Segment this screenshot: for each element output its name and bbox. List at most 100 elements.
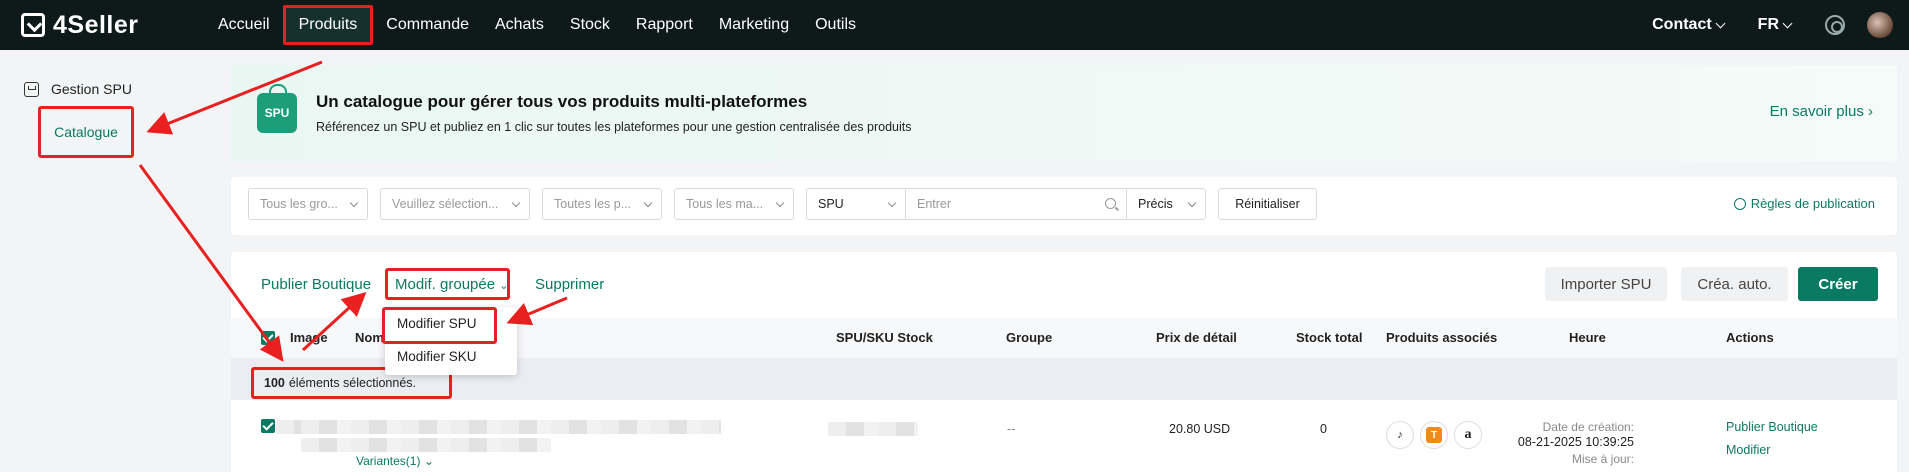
- gear-icon: [1733, 197, 1746, 210]
- import-spu-button[interactable]: Importer SPU: [1545, 267, 1667, 301]
- created-date-label: Date de création:: [1542, 420, 1634, 434]
- reset-button[interactable]: Réinitialiser: [1218, 188, 1317, 220]
- updated-date-label: Mise à jour:: [1571, 452, 1634, 466]
- spu-bag-icon: SPU: [257, 84, 297, 133]
- row-edit-link[interactable]: Modifier: [1726, 443, 1770, 457]
- temu-icon[interactable]: T: [1420, 421, 1448, 449]
- info-banner: SPU Un catalogue pour gérer tous vos pro…: [231, 65, 1897, 161]
- nav-item-rapport[interactable]: Rapport: [623, 5, 706, 45]
- platform-filter-value: Toutes les p...: [554, 197, 632, 211]
- col-time: Heure: [1569, 330, 1606, 345]
- app-name: 4Seller: [53, 10, 139, 39]
- nav-item-produits[interactable]: Produits: [282, 5, 374, 45]
- search-field-select[interactable]: SPU: [806, 188, 906, 220]
- amazon-icon[interactable]: a: [1454, 421, 1482, 449]
- retail-price-value: 20.80 USD: [1169, 422, 1231, 436]
- temu-logo: T: [1426, 427, 1442, 443]
- chevron-down-icon: [349, 198, 359, 208]
- variants-toggle[interactable]: Variantes(1) ⌄: [356, 454, 434, 468]
- product-sku-blurred: [301, 438, 551, 452]
- variants-label: Variantes(1): [356, 454, 421, 468]
- col-spu-sku-stock: SPU/SKU Stock: [836, 330, 933, 345]
- language-dropdown[interactable]: FR: [1757, 16, 1793, 34]
- tiktok-icon[interactable]: ♪: [1386, 421, 1414, 449]
- selection-count-number: 100: [264, 376, 285, 390]
- publication-rules-link[interactable]: Règles de publication: [1733, 196, 1875, 211]
- match-mode-value: Précis: [1138, 197, 1173, 211]
- row-checkbox[interactable]: [261, 419, 275, 433]
- search-icon[interactable]: [1105, 198, 1116, 209]
- col-group: Groupe: [1006, 330, 1053, 345]
- bulk-edit-label: Modif. groupée: [395, 276, 496, 293]
- col-linked-products: Produits associés: [1386, 330, 1498, 345]
- total-stock-value: 0: [1320, 422, 1327, 436]
- product-image-thumbnail[interactable]: [276, 420, 304, 434]
- chevron-down-icon: [1782, 18, 1793, 28]
- group-filter-select[interactable]: Tous les gro...: [248, 188, 368, 220]
- nav-item-marketing[interactable]: Marketing: [706, 5, 802, 45]
- settings-gear-icon[interactable]: [1825, 15, 1845, 35]
- created-date-value: 08-21-2025 10:39:25: [1517, 435, 1634, 449]
- chevron-down-icon: [643, 198, 653, 208]
- chevron-down-icon: [1715, 18, 1726, 28]
- banner-subtitle: Référencez un SPU et publiez en 1 clic s…: [316, 120, 912, 134]
- search-field-value: SPU: [818, 197, 844, 211]
- col-image: Image: [290, 330, 328, 345]
- create-button[interactable]: Créer: [1798, 267, 1878, 301]
- brand-filter-value: Tous les ma...: [686, 197, 764, 211]
- sidebar-section-label: Gestion SPU: [51, 81, 132, 97]
- publish-shop-button[interactable]: Publier Boutique: [261, 276, 371, 293]
- category-filter-select[interactable]: Veuillez sélection...: [380, 188, 530, 220]
- nav-item-achats[interactable]: Achats: [482, 5, 557, 45]
- group-value: --: [1007, 422, 1016, 436]
- sidebar: Gestion SPU Catalogue: [0, 50, 218, 472]
- sidebar-item-catalogue[interactable]: Catalogue: [38, 106, 134, 158]
- bulk-edit-dropdown[interactable]: Modif. groupée ⌄: [395, 276, 508, 293]
- inbox-icon: [24, 81, 39, 97]
- app-logo[interactable]: 4Seller: [21, 11, 201, 40]
- chevron-down-icon: ⌄: [499, 280, 509, 292]
- search-placeholder: Entrer: [917, 197, 952, 211]
- platform-filter-select[interactable]: Toutes les p...: [542, 188, 662, 220]
- nav-item-accueil[interactable]: Accueil: [205, 5, 283, 45]
- annotation-highlight-modifier-spu: [382, 307, 497, 344]
- col-total-stock: Stock total: [1296, 330, 1363, 345]
- spu-badge-text: SPU: [264, 106, 290, 120]
- chevron-down-icon: [511, 198, 521, 208]
- auto-create-button[interactable]: Créa. auto.: [1681, 267, 1788, 301]
- match-mode-select[interactable]: Précis: [1126, 188, 1206, 220]
- avatar[interactable]: [1867, 12, 1893, 38]
- selection-count-text: éléments sélectionnés.: [288, 376, 417, 390]
- learn-more-link[interactable]: En savoir plus ›: [1770, 103, 1873, 120]
- contact-dropdown[interactable]: Contact: [1652, 16, 1726, 34]
- chevron-down-icon: [1187, 198, 1197, 208]
- row-publish-shop-link[interactable]: Publier Boutique: [1726, 420, 1818, 434]
- select-all-checkbox[interactable]: [261, 331, 275, 345]
- contact-label: Contact: [1652, 16, 1712, 33]
- banner-title: Un catalogue pour gérer tous vos produit…: [316, 92, 808, 111]
- nav-item-stock[interactable]: Stock: [557, 5, 623, 45]
- nav-right: Contact FR: [1652, 0, 1909, 50]
- sidebar-section-gestion-spu[interactable]: Gestion SPU: [24, 81, 132, 97]
- publication-rules-label: Règles de publication: [1750, 196, 1875, 211]
- group-filter-value: Tous les gro...: [260, 197, 338, 211]
- nav-item-commande[interactable]: Commande: [373, 5, 482, 45]
- menu-item-modifier-sku[interactable]: Modifier SKU: [397, 349, 477, 364]
- col-actions: Actions: [1726, 330, 1774, 345]
- brand-filter-select[interactable]: Tous les ma...: [674, 188, 794, 220]
- product-name-blurred[interactable]: [301, 420, 721, 434]
- sku-stock-blurred: [828, 422, 918, 436]
- filter-bar: Tous les gro... Veuillez sélection... To…: [231, 177, 1897, 235]
- logo-icon: [21, 13, 45, 37]
- main-nav: Accueil Produits Commande Achats Stock R…: [205, 0, 869, 50]
- delete-button[interactable]: Supprimer: [535, 276, 604, 293]
- search-input[interactable]: Entrer: [905, 188, 1127, 220]
- nav-item-outils[interactable]: Outils: [802, 5, 869, 45]
- col-retail-price: Prix de détail: [1156, 330, 1237, 345]
- learn-more-label: En savoir plus: [1769, 103, 1864, 120]
- top-navigation: 4Seller Accueil Produits Commande Achats…: [0, 0, 1909, 50]
- category-filter-value: Veuillez sélection...: [392, 197, 499, 211]
- chevron-down-icon: [775, 198, 785, 208]
- chevron-down-icon: [887, 198, 897, 208]
- language-label: FR: [1757, 16, 1779, 33]
